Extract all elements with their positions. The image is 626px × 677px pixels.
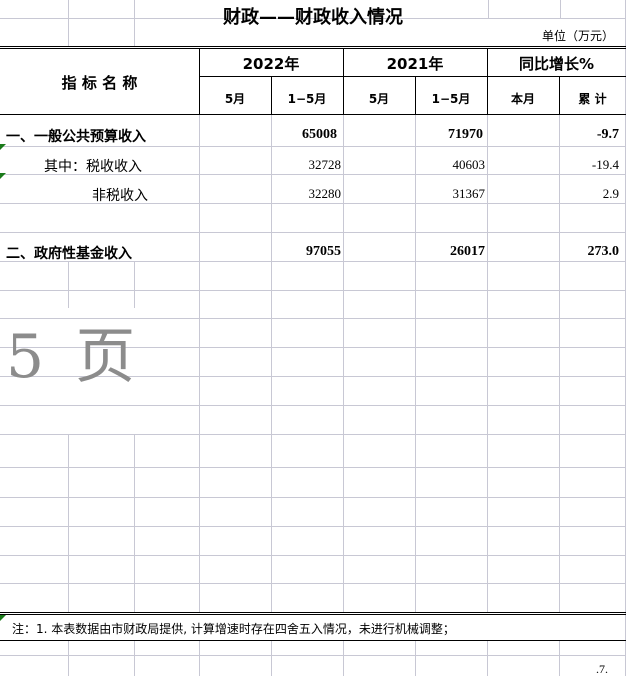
cell-2021-ytd: 31367 (452, 186, 486, 201)
header-year-2021: 2021年 (386, 55, 444, 73)
cell-2022-ytd: 65008 (302, 127, 337, 142)
row-label-general-budget: 一、一般公共预算收入 (6, 129, 146, 145)
header-this-month: 本月 (510, 92, 535, 106)
header-indicator: 指 标 名 称 (61, 74, 138, 92)
cell-cumulative: -19.4 (591, 157, 619, 172)
row-label-non-tax-revenue: 非税收入 (92, 188, 148, 204)
header-cumulative: 累 计 (578, 92, 607, 106)
row-label-gov-fund-revenue: 二、政府性基金收入 (6, 246, 132, 262)
cell-2021-ytd: 26017 (450, 244, 485, 259)
cell-2021-ytd: 40603 (452, 157, 486, 172)
cell-2021-ytd: 71970 (448, 127, 483, 142)
cell-cumulative: 2.9 (602, 186, 619, 201)
cell-2022-ytd: 32728 (308, 157, 342, 172)
page-number: .7. (596, 662, 608, 676)
report-title: 财政——财政收入情况 (223, 7, 403, 28)
cell-2022-ytd: 97055 (306, 244, 341, 259)
header-2022-month: 5月 (224, 92, 246, 106)
footnote: 注：1. 本表数据由市财政局提供, 计算增速时存在四舍五入情况，未进行机械调整； (12, 622, 455, 636)
header-year-2022: 2022年 (242, 55, 300, 73)
header-yoy-growth: 同比增长% (518, 55, 595, 73)
header-2021-month: 5月 (368, 92, 390, 106)
cell-marker-icon (0, 615, 6, 621)
cell-marker-icon (0, 173, 6, 179)
cell-cumulative: 273.0 (587, 244, 620, 259)
header-2022-ytd: 1−5月 (287, 92, 327, 106)
row-label-tax-revenue: 其中：税收收入 (44, 159, 142, 175)
cell-cumulative: -9.7 (596, 127, 619, 142)
header-2021-ytd: 1−5月 (431, 92, 471, 106)
page-watermark: 5 页 (6, 322, 142, 392)
unit-label: 单位（万元） (541, 29, 614, 43)
cell-2022-ytd: 32280 (308, 186, 342, 201)
